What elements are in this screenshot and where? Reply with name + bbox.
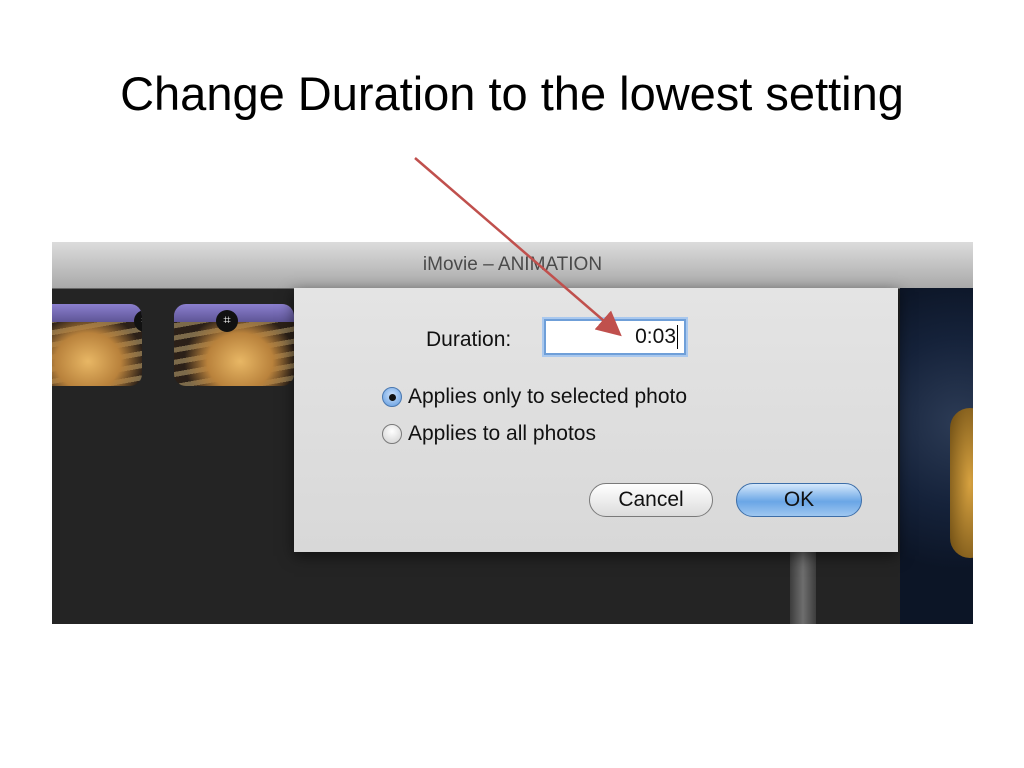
radio-label: Applies to all photos xyxy=(408,422,596,445)
window-titlebar: iMovie – ANIMATION xyxy=(52,242,973,289)
slide-title: Change Duration to the lowest setting xyxy=(120,67,904,120)
radio-label: Applies only to selected photo xyxy=(408,385,688,408)
duration-value: 0:03 xyxy=(635,325,676,348)
window-title: iMovie – ANIMATION xyxy=(422,254,603,275)
duration-dialog: Duration: 0:03 Applies only to selected … xyxy=(294,288,898,552)
duration-input[interactable]: 0:03 xyxy=(544,319,686,355)
photo-thumbnail[interactable]: ⌗ xyxy=(174,304,294,386)
text-caret xyxy=(677,325,678,350)
preview-pane xyxy=(900,288,973,624)
radio-option-all-photos[interactable]: Applies to all photos xyxy=(382,422,596,446)
radio-button-unselected[interactable] xyxy=(382,424,402,444)
radio-button-selected[interactable] xyxy=(382,387,402,407)
crop-icon[interactable]: ⌗ xyxy=(134,310,142,332)
photo-thumbnail[interactable]: ⌗ 00 xyxy=(52,304,142,386)
duration-label: Duration: xyxy=(426,328,512,351)
imovie-screenshot: iMovie – ANIMATION ⌗ 00 ⌗ Duration: 0:03… xyxy=(52,242,973,624)
crop-icon[interactable]: ⌗ xyxy=(216,310,238,332)
cancel-button[interactable]: Cancel xyxy=(589,483,713,517)
radio-option-selected-photo[interactable]: Applies only to selected photo xyxy=(382,385,687,409)
ok-button[interactable]: OK xyxy=(736,483,862,517)
